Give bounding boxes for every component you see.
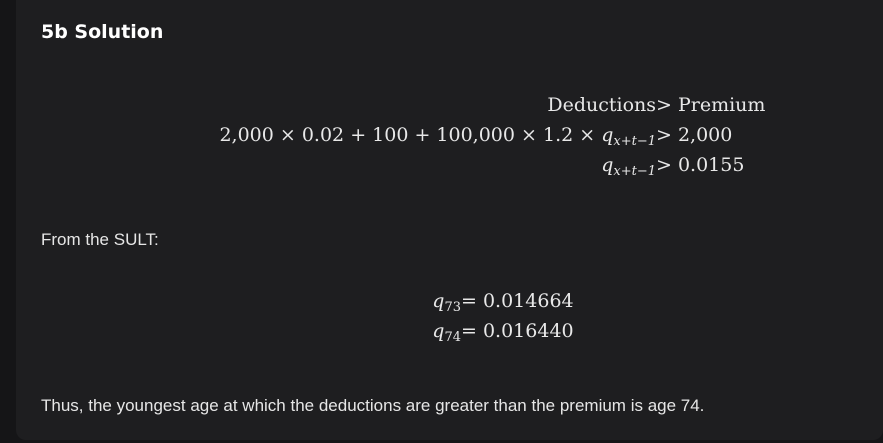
sult-row-q73: q73 = 0.014664 bbox=[16, 290, 883, 320]
section-heading: 5b Solution bbox=[41, 21, 164, 43]
q-variable: q bbox=[601, 154, 614, 176]
sult-row-q74-rhs: = 0.016440 bbox=[461, 320, 574, 342]
sult-row-q73-lhs: q73 bbox=[432, 290, 461, 315]
inequality-row-2-expression: 2,000 × 0.02 + 100 + 100,000 × 1.2 × bbox=[219, 124, 602, 146]
q-variable: q bbox=[432, 290, 445, 312]
inequality-row-2-lhs: 2,000 × 0.02 + 100 + 100,000 × 1.2 × qx+… bbox=[219, 124, 656, 149]
inequality-row-2: 2,000 × 0.02 + 100 + 100,000 × 1.2 × qx+… bbox=[16, 124, 883, 154]
conclusion-text: Thus, the youngest age at which the dedu… bbox=[41, 396, 705, 415]
inequality-row-3: qx+t−1 > 0.0155 bbox=[16, 154, 883, 184]
sult-row-q74: q74 = 0.016440 bbox=[16, 320, 883, 350]
q-variable: q bbox=[432, 320, 445, 342]
q-subscript: x+t−1 bbox=[613, 134, 656, 149]
age-subscript: 73 bbox=[444, 300, 461, 315]
inequality-row-3-lhs: qx+t−1 bbox=[601, 154, 656, 179]
inequality-row-1: Deductions > Premium bbox=[16, 94, 883, 124]
inequality-row-1-rhs: > Premium bbox=[656, 94, 766, 116]
from-sult-label: From the SULT: bbox=[41, 230, 159, 249]
solution-card: 5b Solution Deductions > Premium 2,000 ×… bbox=[16, 0, 883, 440]
q-subscript-text: x+t−1 bbox=[613, 164, 656, 179]
age-subscript: 74 bbox=[444, 330, 461, 345]
q-subscript: x+t−1 bbox=[613, 164, 656, 179]
sult-row-q74-lhs: q74 bbox=[432, 320, 461, 345]
q-subscript-text: x+t−1 bbox=[613, 134, 656, 149]
sult-row-q73-rhs: = 0.014664 bbox=[461, 290, 574, 312]
inequality-row-1-lhs: Deductions bbox=[547, 94, 656, 116]
q-variable: q bbox=[601, 124, 614, 146]
inequality-row-3-rhs: > 0.0155 bbox=[656, 154, 745, 176]
inequality-row-2-rhs: > 2,000 bbox=[656, 124, 733, 146]
